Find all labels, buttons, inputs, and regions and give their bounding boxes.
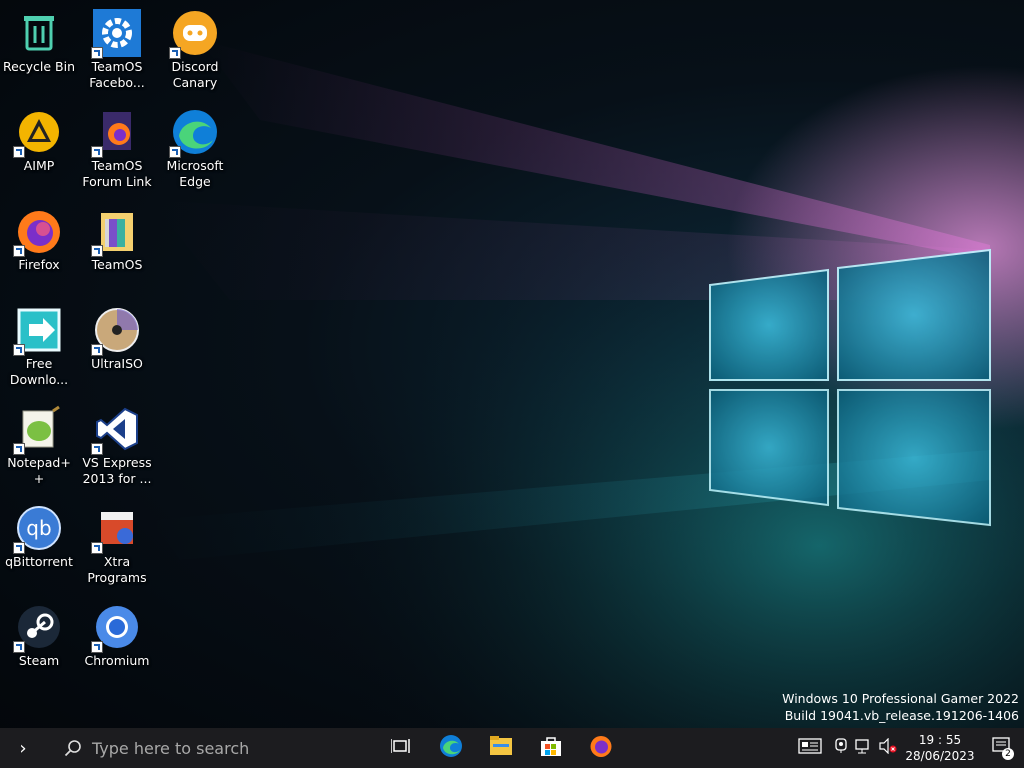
desktop-icon-label: UltraISO bbox=[91, 356, 143, 371]
folder-icon bbox=[91, 207, 141, 257]
network-icon bbox=[855, 738, 873, 758]
desktop-icon-qbittorrent[interactable]: qb qBittorrent bbox=[0, 499, 78, 589]
desktop-icon-label: Firefox bbox=[18, 257, 60, 272]
shortcut-arrow-icon bbox=[13, 245, 25, 257]
shortcut-arrow-icon bbox=[91, 344, 103, 356]
shortcut-arrow-icon bbox=[91, 641, 103, 653]
desktop-icon-label: Recycle Bin bbox=[2, 59, 76, 74]
desktop-icon-label: TeamOS bbox=[91, 257, 143, 272]
download-manager-icon bbox=[13, 306, 63, 356]
aimp-icon bbox=[13, 108, 63, 158]
desktop-icon-label: qBittorrent bbox=[5, 554, 73, 569]
webcam-tray-button[interactable] bbox=[830, 728, 852, 768]
taskbar-clock[interactable]: 19 : 55 28/06/2023 bbox=[900, 732, 980, 764]
toolbox-icon bbox=[91, 504, 141, 554]
system-tray: 19 : 55 28/06/2023 2 bbox=[790, 728, 1024, 768]
desktop-icon-free-download-manager[interactable]: Free Downlo... bbox=[0, 301, 78, 391]
desktop-icon-label: Chromium bbox=[84, 653, 150, 668]
shortcut-arrow-icon bbox=[13, 443, 25, 455]
shortcut-arrow-icon bbox=[91, 245, 103, 257]
shortcut-arrow-icon bbox=[91, 443, 103, 455]
chevron-right-icon: › bbox=[19, 737, 27, 759]
desktop-icon-chromium[interactable]: Chromium bbox=[78, 598, 156, 688]
search-input[interactable]: Type here to search bbox=[92, 739, 249, 758]
desktop-icon-label: Steam bbox=[18, 653, 60, 668]
desktop-icon-recycle-bin[interactable]: Recycle Bin bbox=[0, 4, 78, 94]
svg-text:qb: qb bbox=[26, 516, 51, 540]
desktop-icon-label: Notepad++ bbox=[7, 455, 71, 486]
desktop-icon-aimp[interactable]: AIMP bbox=[0, 103, 78, 193]
discord-icon bbox=[169, 9, 219, 59]
taskbar: › Type here to search 19: 55 28/06/2023… bbox=[0, 728, 1024, 768]
desktop-icon-label: Xtra Programs bbox=[87, 554, 147, 585]
shortcut-arrow-icon bbox=[91, 542, 103, 554]
desktop-icon-xtra-programs[interactable]: Xtra Programs bbox=[78, 499, 156, 589]
desktop-icon-notepadpp[interactable]: Notepad++ bbox=[0, 400, 78, 490]
windows-watermark: Windows 10 Professional Gamer 2022 Build… bbox=[782, 690, 1019, 724]
notepadpp-icon bbox=[13, 405, 63, 455]
edge-icon bbox=[439, 734, 463, 762]
search-icon bbox=[64, 739, 82, 757]
shortcut-arrow-icon bbox=[91, 146, 103, 158]
search-box[interactable]: Type here to search bbox=[46, 728, 376, 768]
volume-muted-icon bbox=[879, 737, 897, 758]
desktop-icon-label: AIMP bbox=[23, 158, 55, 173]
visual-studio-icon bbox=[91, 405, 141, 455]
desktop-icon-teamos[interactable]: TeamOS bbox=[78, 202, 156, 292]
webcam-icon bbox=[834, 738, 848, 758]
start-button[interactable]: › bbox=[0, 728, 46, 768]
disc-icon bbox=[91, 306, 141, 356]
shortcut-arrow-icon bbox=[13, 641, 25, 653]
desktop-icon-vs-express[interactable]: VS Express 2013 for ... bbox=[78, 400, 156, 490]
desktop-icon-teamos-facebook[interactable]: TeamOS Facebo... bbox=[78, 4, 156, 94]
desktop-icon-label: TeamOS Facebo... bbox=[89, 59, 145, 90]
desktop-icon-ultraiso[interactable]: UltraISO bbox=[78, 301, 156, 391]
network-tray-button[interactable] bbox=[852, 728, 876, 768]
shortcut-arrow-icon bbox=[13, 344, 25, 356]
shortcut-arrow-icon bbox=[13, 146, 25, 158]
task-view-button[interactable] bbox=[376, 728, 426, 768]
steam-icon bbox=[13, 603, 63, 653]
shortcut-arrow-icon bbox=[91, 47, 103, 59]
clock-date: 28/06/2023 bbox=[905, 749, 975, 763]
news-widget-button[interactable] bbox=[790, 728, 830, 768]
qbittorrent-icon: qb bbox=[13, 504, 63, 554]
recycle-bin-icon bbox=[15, 9, 63, 57]
desktop-icon-teamos-forum-link[interactable]: TeamOS Forum Link bbox=[78, 103, 156, 193]
desktop-icon-firefox[interactable]: Firefox bbox=[0, 202, 78, 292]
notification-count-badge: 2 bbox=[1002, 748, 1014, 760]
watermark-edition: Windows 10 Professional Gamer 2022 bbox=[782, 691, 1019, 706]
task-view-icon bbox=[390, 737, 411, 759]
taskbar-firefox[interactable] bbox=[576, 728, 626, 768]
firefox-doc-icon bbox=[91, 108, 141, 158]
news-icon bbox=[798, 738, 822, 758]
watermark-build: Build 19041.vb_release.191206-1406 bbox=[784, 708, 1019, 723]
desktop-icon-label: Microsoft Edge bbox=[166, 158, 224, 189]
firefox-icon bbox=[13, 207, 63, 257]
shortcut-arrow-icon bbox=[169, 47, 181, 59]
chromium-icon bbox=[91, 603, 141, 653]
desktop-icon-steam[interactable]: Steam bbox=[0, 598, 78, 688]
desktop-icon-label: TeamOS Forum Link bbox=[82, 158, 152, 189]
desktop[interactable]: Recycle Bin AIMP Firefox Free Downlo... … bbox=[0, 0, 1024, 728]
file-explorer-icon bbox=[489, 735, 513, 761]
taskbar-store[interactable] bbox=[526, 728, 576, 768]
volume-tray-button[interactable] bbox=[876, 728, 900, 768]
clock-time: 19 : 55 bbox=[918, 733, 962, 747]
firefox-icon bbox=[589, 734, 613, 762]
desktop-icon-label: VS Express 2013 for ... bbox=[82, 455, 152, 486]
taskbar-edge[interactable] bbox=[426, 728, 476, 768]
desktop-icon-microsoft-edge[interactable]: Microsoft Edge bbox=[156, 103, 234, 193]
edge-icon bbox=[169, 108, 219, 158]
gear-icon bbox=[91, 9, 141, 59]
store-icon bbox=[540, 735, 562, 761]
shortcut-arrow-icon bbox=[13, 542, 25, 554]
taskbar-file-explorer[interactable] bbox=[476, 728, 526, 768]
desktop-icon-label: Discord Canary bbox=[171, 59, 219, 90]
shortcut-arrow-icon bbox=[169, 146, 181, 158]
action-center-button[interactable]: 2 bbox=[980, 728, 1024, 768]
desktop-icon-label: Free Downlo... bbox=[9, 356, 69, 387]
desktop-icon-discord-canary[interactable]: Discord Canary bbox=[156, 4, 234, 94]
